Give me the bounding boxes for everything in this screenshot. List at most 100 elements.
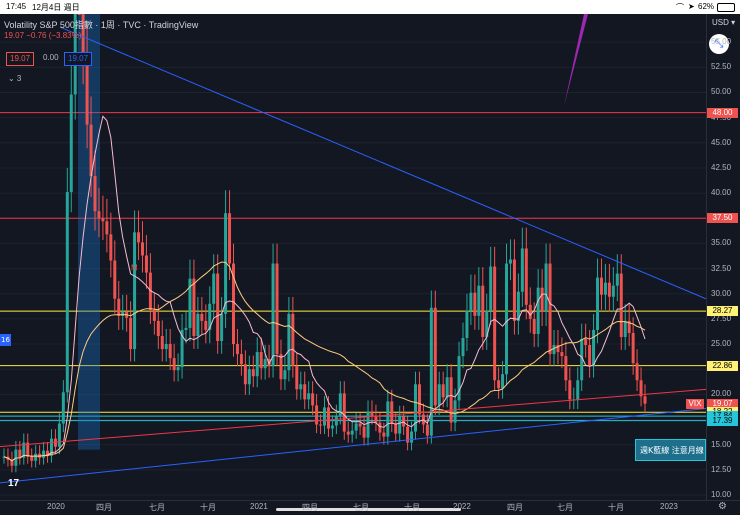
candle-body [220, 313, 224, 342]
candle-body [599, 277, 603, 295]
value-box-right[interactable]: 19.07 [64, 52, 93, 66]
candle-body [354, 423, 358, 431]
candle-body [212, 273, 216, 304]
candle-body [501, 374, 505, 389]
candle-body [362, 426, 366, 438]
candle-body [307, 393, 311, 400]
candle-body [334, 415, 338, 426]
candle-body [160, 335, 164, 350]
candle-body [65, 192, 69, 393]
time-tick-label: 四月 [302, 503, 318, 512]
candle-body [457, 356, 461, 401]
symbol-title[interactable]: Volatility S&P 500指數 · 1周 · TVC · Tradin… [4, 18, 198, 31]
red-trendline [0, 388, 706, 448]
candle-body [85, 57, 89, 125]
candle-body [251, 369, 255, 377]
candle-body [342, 393, 346, 432]
price-tick-label: 35.00 [711, 238, 732, 248]
candle-body [540, 287, 544, 312]
candle-body [596, 277, 600, 330]
candle-body [299, 384, 303, 390]
candle-body [576, 380, 580, 400]
price-tick-label: 50.00 [711, 87, 732, 97]
candle-body [417, 384, 421, 415]
candle-body [433, 307, 437, 406]
indicator-collapse-button[interactable]: ⌄ 3 [8, 74, 21, 83]
candle-body [481, 285, 485, 337]
candle-body [378, 422, 382, 433]
candle-body [461, 338, 465, 357]
candle-body [144, 255, 148, 273]
candle-body [611, 285, 615, 297]
gear-icon[interactable]: ⚙ [718, 501, 727, 512]
candle-body [607, 282, 611, 297]
time-tick-label: 十月 [608, 503, 624, 512]
price-tick-label: 30.00 [711, 288, 732, 298]
candle-body [635, 363, 639, 381]
candle-body [243, 364, 247, 385]
candle-body [437, 384, 441, 406]
candle-body [425, 424, 429, 436]
candle-body [552, 345, 556, 355]
candle-body [532, 318, 536, 334]
candle-body [410, 431, 414, 443]
candle-body [315, 405, 319, 425]
note-callout[interactable]: 週K藍線 注意月線 [635, 439, 706, 461]
candle-body [358, 423, 362, 427]
price-tick-label: 12.50 [711, 464, 732, 474]
candle-body [544, 263, 548, 312]
candle-body [295, 366, 299, 390]
battery-percent: 62% [698, 2, 715, 11]
candle-body [524, 248, 528, 305]
candle-body [512, 259, 516, 321]
candle-body [291, 313, 295, 367]
candle-body [560, 352, 564, 357]
time-tick-label: 2023 [660, 502, 678, 511]
candle-body [101, 218, 105, 222]
price-tag: 22.86 [707, 360, 738, 371]
candle-body [449, 377, 453, 423]
candle-body [129, 317, 133, 350]
candle-body [263, 359, 267, 369]
candle-body [271, 263, 275, 367]
candle-body [588, 345, 592, 367]
candle-body [382, 432, 386, 437]
candle-body [350, 430, 354, 435]
value-box-left[interactable]: 19.07 [6, 52, 35, 66]
candle-body [247, 369, 251, 385]
time-tick-label: 四月 [507, 503, 523, 512]
currency-selector[interactable]: USD ▾ [712, 18, 735, 27]
candle-body [184, 327, 188, 330]
candle-body [61, 392, 65, 424]
price-chart[interactable]: M [0, 14, 706, 500]
candle-body [429, 307, 433, 436]
candle-body [453, 400, 457, 423]
candle-body [93, 176, 97, 212]
candle-body [386, 401, 390, 437]
candle-body [164, 344, 168, 350]
candle-body [390, 401, 394, 424]
candle-body [441, 384, 445, 398]
price-tick-label: 42.50 [711, 162, 732, 172]
left-price-badge: 16 [0, 334, 11, 346]
price-tick-label: 55.00 [711, 37, 732, 47]
candle-body [57, 423, 61, 447]
time-tick-label: 七月 [557, 503, 573, 512]
candle-body [477, 285, 481, 316]
candle-body [615, 273, 619, 286]
candle-body [77, 14, 81, 15]
value-box-mid: 0.00 [40, 52, 62, 64]
candle-body [30, 456, 34, 461]
highlight-box [78, 14, 100, 450]
candle-body [584, 339, 588, 346]
time-tick-label: 2020 [47, 502, 65, 511]
candle-body [473, 292, 477, 316]
candle-body [105, 221, 109, 235]
candle-body [168, 344, 172, 359]
time-tick-label: 四月 [96, 503, 112, 512]
ios-status-bar: 17:45 12月4日 週日 ⌒ ➤ 62% [0, 0, 740, 14]
candle-body [235, 344, 239, 355]
candle-body [228, 213, 232, 264]
price-tick-label: 32.50 [711, 263, 732, 273]
price-tick-label: 45.00 [711, 137, 732, 147]
